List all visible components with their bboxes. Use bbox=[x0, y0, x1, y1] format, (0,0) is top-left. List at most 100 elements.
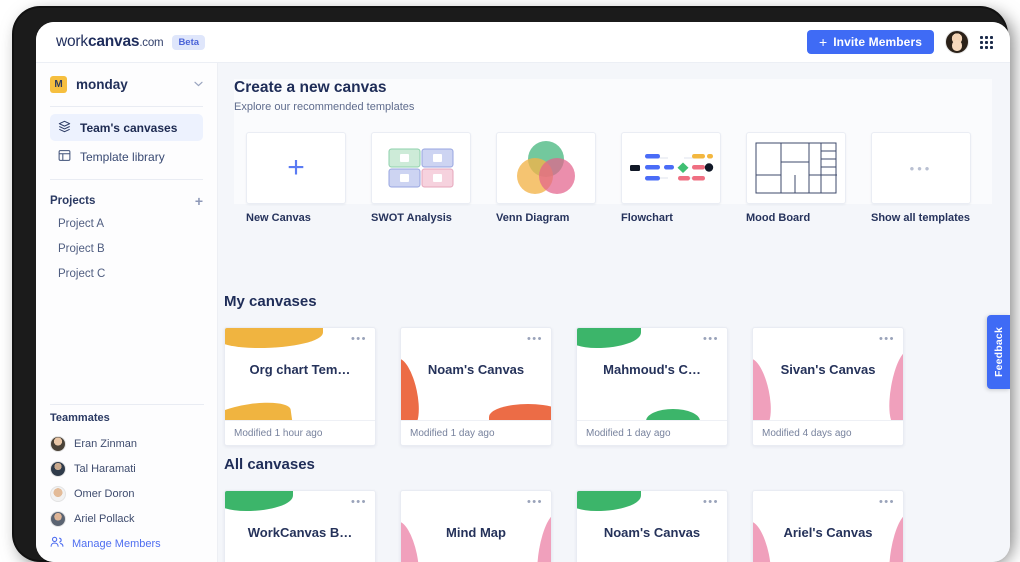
sidebar-divider-bottom bbox=[50, 404, 204, 405]
grid-apps-icon[interactable] bbox=[980, 35, 993, 49]
canvas-modified: Modified 1 day ago bbox=[577, 420, 727, 445]
section-title: All canvases bbox=[224, 456, 315, 473]
sidebar-divider-mid bbox=[50, 179, 203, 180]
canvas-preview: Mahmoud's C… ••• bbox=[577, 328, 727, 420]
template-label: Venn Diagram bbox=[496, 212, 570, 224]
canvas-card[interactable]: Noam's Canvas ••• Modified 1 day ago bbox=[400, 327, 552, 446]
teammates-section: Teammates Eran Zinman Tal Haramati Omer … bbox=[50, 403, 204, 556]
brush-decoration bbox=[225, 398, 293, 420]
teammate-row[interactable]: Ariel Pollack bbox=[50, 506, 204, 531]
beta-badge: Beta bbox=[172, 34, 206, 50]
top-bar: workcanvas.com Beta + Invite Members bbox=[36, 22, 1010, 63]
template-show-all[interactable]: ••• Show all templates bbox=[871, 132, 971, 224]
chevron-down-icon[interactable] bbox=[194, 79, 203, 89]
brush-decoration bbox=[489, 404, 551, 420]
sidebar-divider-top bbox=[50, 106, 203, 107]
teammate-name: Tal Haramati bbox=[74, 462, 136, 475]
workspace-selector[interactable]: M monday bbox=[50, 63, 203, 105]
invite-members-label: Invite Members bbox=[833, 35, 922, 49]
template-flowchart[interactable]: Flowchart bbox=[621, 132, 721, 224]
invite-members-button[interactable]: + Invite Members bbox=[806, 30, 934, 54]
canvas-menu-button[interactable]: ••• bbox=[703, 496, 719, 508]
ellipsis-thumb: ••• bbox=[871, 132, 971, 204]
template-new-canvas[interactable]: + New Canvas bbox=[246, 132, 346, 224]
feedback-label: Feedback bbox=[992, 326, 1005, 378]
plus-icon: + bbox=[287, 151, 305, 184]
add-project-button[interactable]: + bbox=[195, 194, 203, 208]
canvas-title: WorkCanvas B… bbox=[247, 525, 353, 540]
flowchart-thumb bbox=[621, 132, 721, 204]
canvas-preview: Noam's Canvas ••• bbox=[577, 491, 727, 562]
sidebar-project-a[interactable]: Project A bbox=[50, 211, 203, 236]
canvas-preview: Mind Map ••• bbox=[401, 491, 551, 562]
canvas-menu-button[interactable]: ••• bbox=[527, 496, 543, 508]
canvas-menu-button[interactable]: ••• bbox=[879, 333, 895, 345]
my-canvases-row: Org chart Tem… ••• Modified 1 hour ago N… bbox=[224, 327, 904, 446]
sidebar-project-c[interactable]: Project C bbox=[50, 261, 203, 286]
swot-thumb bbox=[371, 132, 471, 204]
canvas-modified: Modified 1 hour ago bbox=[225, 420, 375, 445]
teammate-row[interactable]: Omer Doron bbox=[50, 481, 204, 506]
brush-decoration bbox=[577, 491, 641, 511]
canvas-card[interactable]: Sivan's Canvas ••• Modified 4 days ago bbox=[752, 327, 904, 446]
canvas-preview: Sivan's Canvas ••• bbox=[753, 328, 903, 420]
canvas-title: Sivan's Canvas bbox=[780, 362, 876, 377]
canvas-menu-button[interactable]: ••• bbox=[351, 333, 367, 345]
logo-part-tld: .com bbox=[139, 37, 164, 49]
brush-decoration bbox=[225, 491, 293, 511]
all-canvases-section: All canvases WorkCanvas B… ••• Mind Map … bbox=[224, 456, 904, 562]
canvas-menu-button[interactable]: ••• bbox=[527, 333, 543, 345]
logo-text: workcanvas.com bbox=[56, 33, 164, 51]
teammate-name: Ariel Pollack bbox=[74, 512, 135, 525]
topbar-actions: + Invite Members bbox=[806, 30, 1010, 54]
sidebar-item-teams-canvases[interactable]: Team's canvases bbox=[50, 114, 203, 141]
user-avatar[interactable] bbox=[945, 30, 969, 54]
app-logo[interactable]: workcanvas.com Beta bbox=[36, 33, 206, 51]
venn-thumb bbox=[496, 132, 596, 204]
canvas-card[interactable]: Org chart Tem… ••• Modified 1 hour ago bbox=[224, 327, 376, 446]
canvas-menu-button[interactable]: ••• bbox=[879, 496, 895, 508]
my-canvases-section: My canvases Org chart Tem… ••• Modified … bbox=[224, 293, 904, 446]
plus-icon: + bbox=[818, 34, 828, 50]
template-mood-board[interactable]: Mood Board bbox=[746, 132, 846, 224]
layers-icon bbox=[58, 120, 71, 136]
teammate-row[interactable]: Eran Zinman bbox=[50, 431, 204, 456]
device-frame: workcanvas.com Beta + Invite Members M m… bbox=[14, 8, 1010, 562]
template-label: Mood Board bbox=[746, 212, 811, 224]
template-venn-diagram[interactable]: Venn Diagram bbox=[496, 132, 596, 224]
canvas-menu-button[interactable]: ••• bbox=[351, 496, 367, 508]
canvas-card[interactable]: WorkCanvas B… ••• bbox=[224, 490, 376, 562]
canvas-card[interactable]: Mahmoud's C… ••• Modified 1 day ago bbox=[576, 327, 728, 446]
app-screen: workcanvas.com Beta + Invite Members M m… bbox=[36, 22, 1010, 562]
sidebar-item-template-library[interactable]: Template library bbox=[50, 143, 203, 170]
manage-members-button[interactable]: Manage Members bbox=[50, 531, 204, 556]
moodboard-thumb bbox=[746, 132, 846, 204]
template-label: New Canvas bbox=[246, 212, 311, 224]
teammate-name: Eran Zinman bbox=[74, 437, 137, 450]
people-icon bbox=[50, 535, 64, 553]
teammate-row[interactable]: Tal Haramati bbox=[50, 456, 204, 481]
brush-decoration bbox=[577, 328, 641, 348]
avatar bbox=[50, 485, 66, 502]
canvas-title: Noam's Canvas bbox=[603, 525, 701, 540]
canvas-card[interactable]: Ariel's Canvas ••• bbox=[752, 490, 904, 562]
template-swot-analysis[interactable]: SWOT Analysis bbox=[371, 132, 471, 224]
workspace-badge: M bbox=[50, 75, 67, 93]
canvas-card[interactable]: Noam's Canvas ••• bbox=[576, 490, 728, 562]
canvas-card[interactable]: Mind Map ••• bbox=[400, 490, 552, 562]
canvas-title: Org chart Tem… bbox=[249, 362, 351, 377]
canvas-title: Mahmoud's C… bbox=[603, 362, 701, 377]
template-row: + New Canvas SWOT Analysis Venn Diagram … bbox=[246, 132, 971, 224]
canvas-preview: Org chart Tem… ••• bbox=[225, 328, 375, 420]
section-title: My canvases bbox=[224, 293, 317, 310]
canvas-menu-button[interactable]: ••• bbox=[703, 333, 719, 345]
teammate-name: Omer Doron bbox=[74, 487, 135, 500]
layout-icon bbox=[58, 149, 71, 165]
sidebar-project-b[interactable]: Project B bbox=[50, 236, 203, 261]
sidebar: M monday Team's canvases Template librar… bbox=[36, 63, 218, 562]
feedback-tab[interactable]: Feedback bbox=[987, 315, 1010, 389]
main-content: Create a new canvas Explore our recommen… bbox=[218, 63, 1010, 562]
project-label: Project C bbox=[58, 267, 106, 280]
page-subtitle: Explore our recommended templates bbox=[234, 101, 415, 113]
teammates-header: Teammates bbox=[50, 412, 110, 424]
